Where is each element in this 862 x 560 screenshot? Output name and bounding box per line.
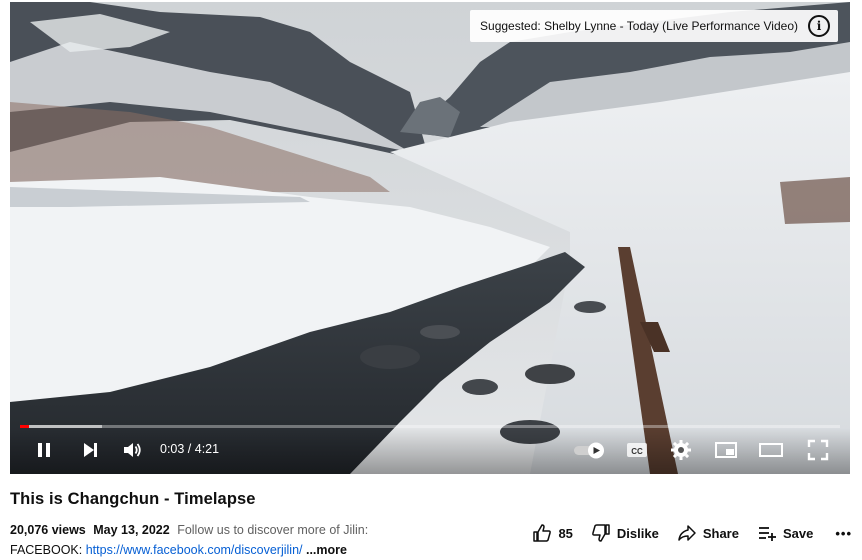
fullscreen-icon (807, 439, 829, 461)
volume-button[interactable] (118, 436, 146, 464)
settings-gear-icon (671, 440, 691, 460)
share-arrow-icon (678, 525, 696, 541)
captions-label: CC (631, 447, 643, 456)
thumbs-up-icon (533, 524, 552, 542)
pause-button[interactable] (30, 436, 58, 464)
more-button[interactable]: ...more (306, 543, 347, 557)
video-frame[interactable] (10, 2, 850, 474)
time-display: 0:03 / 4:21 (160, 442, 220, 456)
save-label: Save (782, 525, 814, 541)
autoplay-toggle-icon (574, 442, 604, 459)
miniplayer-icon (715, 442, 737, 458)
next-icon (84, 443, 97, 457)
like-count: 85 (558, 525, 573, 541)
fullscreen-button[interactable] (804, 436, 832, 464)
video-description[interactable]: 20,076 views May 13, 2022 Follow us to d… (10, 520, 510, 560)
theater-mode-button[interactable] (756, 436, 786, 464)
like-button[interactable]: 85 (532, 523, 573, 543)
facebook-link[interactable]: https://www.facebook.com/discoverjilin/ (86, 543, 303, 557)
captions-button[interactable]: CC (624, 436, 650, 464)
autoplay-toggle[interactable] (572, 436, 608, 464)
theater-mode-icon (759, 443, 783, 457)
action-bar: 85 Dislike Share Save ••• (514, 520, 852, 546)
suggested-video-text[interactable]: Suggested: Shelby Lynne - Today (Live Pe… (480, 19, 798, 33)
more-dots-icon: ••• (835, 525, 852, 541)
share-button[interactable]: Share (677, 523, 739, 543)
view-count: 20,076 views (10, 523, 86, 537)
suggested-video-card[interactable]: Suggested: Shelby Lynne - Today (Live Pe… (470, 10, 838, 42)
captions-icon: CC (627, 443, 647, 457)
dislike-button[interactable]: Dislike (591, 523, 659, 543)
share-label: Share (702, 525, 739, 541)
player-controls: 0:03 / 4:21 CC (10, 428, 850, 474)
dislike-label: Dislike (616, 525, 659, 541)
save-playlist-icon (758, 527, 776, 541)
settings-button[interactable] (668, 436, 694, 464)
video-title: This is Changchun - Timelapse (10, 490, 256, 508)
save-button[interactable]: Save (757, 523, 813, 543)
upload-date: May 13, 2022 (93, 523, 170, 537)
more-actions-button[interactable]: ••• (835, 526, 852, 541)
info-icon[interactable]: i (808, 15, 830, 37)
thumbs-down-icon (592, 524, 610, 542)
pause-icon (38, 443, 50, 457)
video-info: This is Changchun - Timelapse 20,076 vie… (10, 478, 852, 557)
miniplayer-button[interactable] (712, 436, 740, 464)
video-player[interactable]: Suggested: Shelby Lynne - Today (Live Pe… (10, 2, 850, 474)
description-line-1: Follow us to discover more of Jilin: (177, 523, 369, 537)
description-prefix: FACEBOOK: (10, 543, 83, 557)
volume-icon (124, 443, 141, 457)
next-button[interactable] (76, 436, 104, 464)
